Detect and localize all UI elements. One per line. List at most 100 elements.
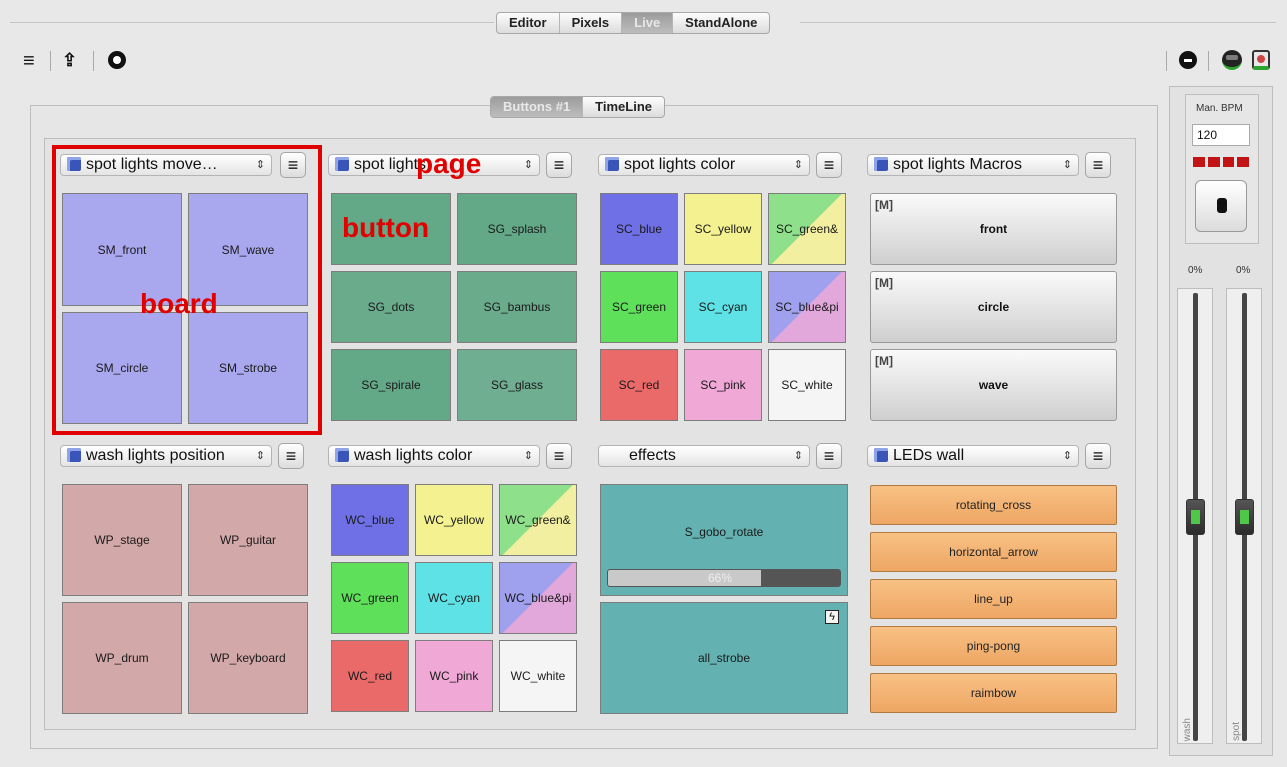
macro-label: front (979, 222, 1008, 236)
macro-button[interactable]: [M] circle (870, 271, 1117, 343)
grid-button[interactable]: WP_keyboard (188, 602, 308, 714)
board-header: spot lights Macros ⇕ ≡ (867, 152, 1119, 178)
tab-editor[interactable]: Editor (497, 13, 559, 33)
grid-button[interactable]: WC_red (331, 640, 409, 712)
grid-button[interactable]: SC_cyan (684, 271, 762, 343)
top-tabbar: Editor Pixels Live StandAlone (496, 12, 771, 34)
page-title: LEDs wall (893, 447, 965, 464)
chevron-updown-icon: ⇕ (523, 450, 533, 462)
fader-knob[interactable] (1186, 499, 1205, 535)
macro-icon: [M] (875, 354, 893, 368)
grid-button[interactable]: SG_bambus (457, 271, 577, 343)
hamburger-icon[interactable]: ≡ (23, 51, 35, 71)
led-button[interactable]: line_up (870, 579, 1117, 619)
grid-button[interactable]: WC_yellow (415, 484, 493, 556)
fader-knob[interactable] (1235, 499, 1254, 535)
page-select[interactable]: wash lights color ⇕ (328, 445, 540, 467)
tab-buttons-1[interactable]: Buttons #1 (491, 97, 583, 117)
board-menu-button[interactable]: ≡ (546, 443, 572, 469)
page-icon (335, 157, 349, 171)
toolbar-separator (1208, 51, 1209, 71)
fader-spot[interactable]: spot (1226, 288, 1262, 744)
grid-button[interactable]: WC_blue (331, 484, 409, 556)
fader-wash[interactable]: wash (1177, 288, 1213, 744)
grid-button[interactable]: WC_white (499, 640, 577, 712)
tab-live[interactable]: Live (621, 13, 673, 33)
grid-button[interactable]: SC_pink (684, 349, 762, 421)
effect-label: S_gobo_rotate (684, 525, 764, 539)
toolbar-separator (50, 51, 51, 71)
chevron-updown-icon: ⇕ (1062, 450, 1072, 462)
tab-pixels[interactable]: Pixels (558, 13, 622, 33)
record-icon[interactable] (108, 51, 126, 69)
grid-button[interactable]: WC_green& (499, 484, 577, 556)
macro-icon: [M] (875, 276, 893, 290)
effect-button[interactable]: all_strobe (600, 602, 848, 714)
board-menu-button[interactable]: ≡ (1085, 152, 1111, 178)
page-select[interactable]: wash lights position ⇕ (60, 445, 272, 467)
board-header: spot lights color ⇕ ≡ (598, 152, 850, 178)
board-header: LEDs wall ⇕ ≡ (867, 443, 1119, 469)
led-button[interactable]: rotating_cross (870, 485, 1117, 525)
grid-button[interactable]: WC_green (331, 562, 409, 634)
page-icon (874, 157, 888, 171)
macro-label: circle (977, 300, 1010, 314)
page-select[interactable]: spot lights Macros ⇕ (867, 154, 1079, 176)
board-header: effects ⇕ ≡ (598, 443, 850, 469)
page-select[interactable]: LEDs wall ⇕ (867, 445, 1079, 467)
macro-button[interactable]: [M] front (870, 193, 1117, 265)
fader-label: wash (1182, 717, 1193, 741)
chevron-updown-icon: ⇕ (793, 450, 803, 462)
tab-timeline[interactable]: TimeLine (582, 97, 664, 117)
board-menu-button[interactable]: ≡ (816, 152, 842, 178)
macro-label: wave (978, 378, 1009, 392)
led-button[interactable]: ping-pong (870, 626, 1117, 666)
grid-button[interactable]: SC_red (600, 349, 678, 421)
grid-button[interactable]: SC_green& (768, 193, 846, 265)
effect-progress-fill (608, 570, 762, 586)
macro-button[interactable]: [M] wave (870, 349, 1117, 421)
export-icon[interactable]: ⇪ (62, 50, 77, 70)
grid-button[interactable]: WP_stage (62, 484, 182, 596)
annotation-button: button (342, 212, 430, 243)
board-menu-button[interactable]: ≡ (278, 443, 304, 469)
grid-button[interactable]: SC_white (768, 349, 846, 421)
tap-tempo-button[interactable] (1195, 180, 1247, 232)
grid-button[interactable]: WC_blue&pi (499, 562, 577, 634)
board-header: wash lights position ⇕ ≡ (60, 443, 312, 469)
grid-button[interactable]: SC_green (600, 271, 678, 343)
grid-button[interactable]: SG_glass (457, 349, 577, 421)
board-menu-button[interactable]: ≡ (816, 443, 842, 469)
grid-button[interactable]: SG_dots (331, 271, 451, 343)
annotation-board: board (140, 288, 218, 319)
page-icon (874, 448, 888, 462)
board-menu-button[interactable]: ≡ (546, 152, 572, 178)
green-face-icon[interactable] (1222, 50, 1242, 70)
grid-button[interactable]: WC_pink (415, 640, 493, 712)
toolbar-separator (1166, 51, 1167, 71)
page-title: wash lights color (354, 447, 473, 464)
tab-standalone[interactable]: StandAlone (672, 13, 769, 33)
bpm-input[interactable]: 120 (1192, 124, 1250, 146)
beat-indicator (1193, 157, 1249, 167)
grid-button[interactable]: SG_spirale (331, 349, 451, 421)
grid-button[interactable]: SC_blue (600, 193, 678, 265)
grid-button[interactable]: WP_guitar (188, 484, 308, 596)
effect-progress-label: 66% (708, 571, 733, 585)
page-title: wash lights position (86, 447, 225, 464)
annotation-page: page (416, 148, 482, 179)
grid-button[interactable]: WC_cyan (415, 562, 493, 634)
grid-button[interactable]: SC_yellow (684, 193, 762, 265)
page-select[interactable]: effects ⇕ (598, 445, 810, 467)
board-menu-button[interactable]: ≡ (1085, 443, 1111, 469)
page-icon (67, 448, 81, 462)
led-button[interactable]: horizontal_arrow (870, 532, 1117, 572)
sync-icon[interactable] (1252, 50, 1270, 70)
led-button[interactable]: raimbow (870, 673, 1117, 713)
stop-icon[interactable] (1179, 51, 1197, 69)
grid-button[interactable]: SC_blue&pi (768, 271, 846, 343)
grid-button[interactable]: WP_drum (62, 602, 182, 714)
grid-button[interactable]: SG_splash (457, 193, 577, 265)
page-icon (605, 157, 619, 171)
page-select[interactable]: spot lights color ⇕ (598, 154, 810, 176)
